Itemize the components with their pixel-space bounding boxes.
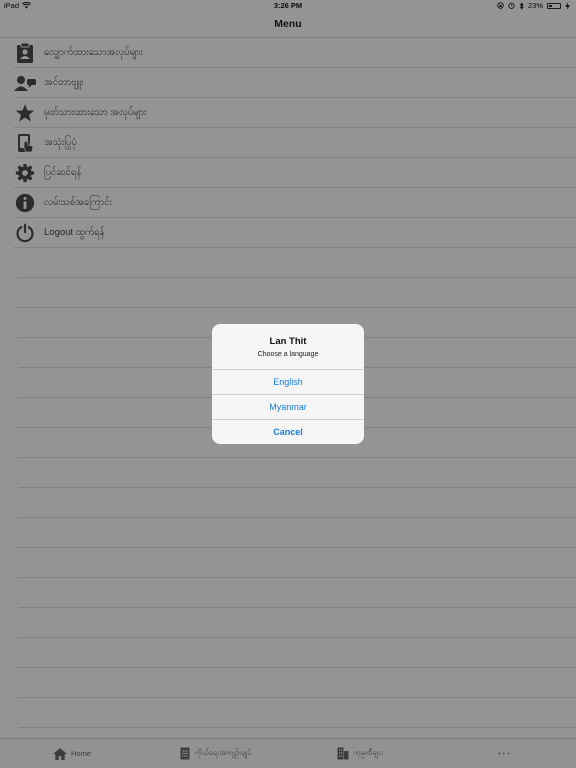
language-alert: Lan Thit Choose a language English Myanm… — [212, 324, 364, 444]
alert-message: Choose a language — [257, 351, 319, 358]
alert-header: Lan Thit Choose a language — [212, 324, 364, 370]
alert-title: Lan Thit — [269, 336, 307, 347]
english-button[interactable]: English — [212, 370, 364, 395]
cancel-button[interactable]: Cancel — [212, 420, 364, 444]
myanmar-button[interactable]: Myanmar — [212, 395, 364, 420]
